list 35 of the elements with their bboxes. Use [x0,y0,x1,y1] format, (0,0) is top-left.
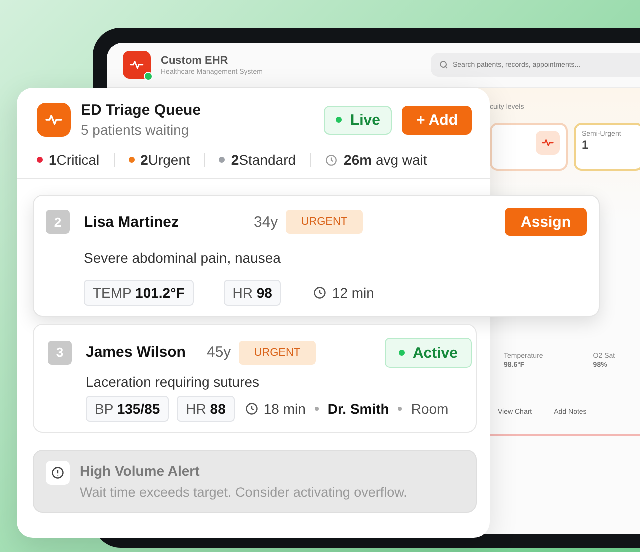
wait-time: 12 min [332,285,374,301]
patient-name: James Wilson [86,344,187,361]
doctor-name: Dr. Smith [328,401,390,417]
status-button[interactable]: Active [384,338,472,368]
clock-icon [313,286,328,300]
vital-chip: TEMP 101.2°F [84,280,194,306]
room-label: Room [411,401,449,417]
avg-wait-text: 26m avg wait [344,152,428,168]
alert-title: High Volume Alert [80,463,201,479]
chief-complaint: Severe abdominal pain, nausea [83,250,282,266]
patient-age: 34y [254,214,278,230]
add-button[interactable]: + Add [402,106,472,134]
live-button[interactable]: Live [324,106,392,134]
alert-icon [46,461,70,485]
stat-text: 2Urgent [140,152,190,168]
acuity-count: 1 [582,138,589,152]
clock-icon [244,402,259,416]
stat-text: 2Standard [231,152,296,168]
app-title: Custom EHR [161,54,230,66]
patient-name: Lisa Martinez [84,214,180,230]
queue-title: ED Triage Queue [81,102,202,119]
search-icon [439,60,449,70]
alert-message: Wait time exceeds target. Consider activating overflow. [80,485,408,500]
assign-button[interactable]: Assign [504,208,587,236]
priority-tag: URGENT [239,340,316,364]
queue-subtitle: 5 patients waiting [81,122,190,138]
wait-time: 18 min [264,401,306,417]
vital-chip: HR 88 [177,396,235,422]
clock-icon [325,154,338,166]
patient-age: 45y [207,344,232,361]
stat-text: 1Critical [49,152,100,168]
vital-chip: HR 98 [224,280,282,306]
chief-complaint: Laceration requiring sutures [85,374,261,390]
vital-chip: BP 135/85 [86,396,170,422]
priority-tag: URGENT [286,210,363,234]
